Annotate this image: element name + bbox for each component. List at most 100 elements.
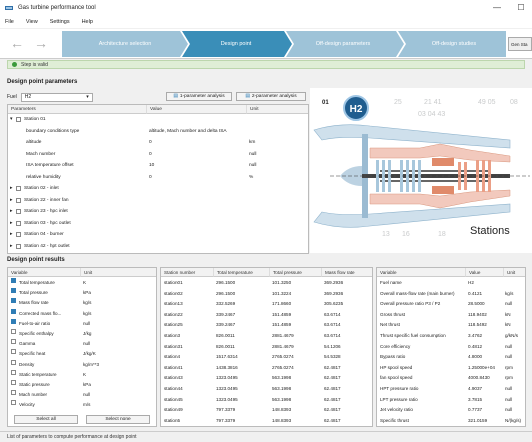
expand-toggle-icon[interactable]: ▸ [10, 242, 12, 251]
menu-help[interactable]: Help [82, 19, 93, 25]
performance-cell: null [505, 386, 513, 391]
variable-unit: kPa [83, 290, 91, 296]
row-checkbox[interactable] [16, 232, 21, 237]
variable-row[interactable]: Density kg/m**3 [8, 359, 156, 369]
forward-button[interactable]: → [34, 36, 48, 50]
variable-row[interactable]: Specific enthalpy J/kg [8, 329, 156, 338]
select-all-button[interactable]: Select all [14, 415, 78, 424]
variable-row[interactable]: Static temperature K [8, 369, 156, 379]
expand-toggle-icon[interactable]: ▸ [10, 184, 12, 193]
variable-row[interactable]: Total temperature K [8, 278, 156, 287]
param-row[interactable]: ▸ Station 03 - hpc outlet [8, 219, 308, 228]
station-row: station5 797.3379 148.8393 62.4817 [161, 416, 372, 425]
one-param-analysis-button[interactable]: ▤ 1-parameter analysis [166, 92, 232, 101]
step-architecture-selection[interactable]: Architecture selection [75, 31, 175, 57]
station-cell: 54.5328 [324, 354, 341, 360]
engine-diagram: 01 25 21 41 03 04 43 49 05 08 13 16 18 H… [310, 88, 532, 253]
step-status-text: Step is valid [21, 61, 48, 68]
param-row[interactable]: ▸ Station 23 - hpc inlet [8, 207, 308, 216]
variable-checkbox[interactable] [11, 329, 16, 334]
engine-cross-section: 01 25 21 41 03 04 43 49 05 08 13 16 18 H… [313, 95, 530, 238]
app-icon [5, 6, 13, 10]
expand-toggle-icon[interactable]: ▸ [10, 230, 12, 239]
performance-table: Variable Value Unit Fuel name H2 Overall m… [376, 267, 526, 427]
station-cell: station45 [164, 396, 183, 402]
param-name: Mach number [26, 151, 56, 157]
param-row[interactable]: altitude 0 km [8, 138, 308, 147]
performance-cell: null [505, 354, 513, 360]
row-checkbox[interactable] [16, 220, 21, 226]
variable-checkbox[interactable] [11, 390, 16, 396]
fuel-select[interactable]: H2 ▾ [20, 92, 93, 102]
performance-cell: Overall pressure ratio P3 / P2 [380, 301, 441, 307]
variable-row[interactable]: Fuel-to-air ratio null [8, 318, 156, 328]
variable-row[interactable]: Specific heat J/kg/K [8, 349, 156, 358]
variable-checkbox[interactable] [11, 288, 16, 294]
performance-row: Jet velocity ratio 0.7737 null [377, 405, 525, 414]
param-row[interactable]: ▸ Station 22 - inner fan [8, 196, 308, 205]
variable-row[interactable]: Corrected mass flo... kg/s [8, 308, 156, 318]
param-row[interactable]: ▾ Station 01 [8, 115, 308, 124]
step-off-design-studies[interactable]: Off-design studies [408, 31, 500, 57]
minimize-button[interactable]: — [486, 0, 508, 16]
station-cell: station31 [164, 343, 183, 349]
row-checkbox[interactable] [16, 117, 21, 122]
expand-toggle-icon[interactable]: ▸ [10, 207, 12, 216]
performance-row: LPT pressure ratio 3.7815 null [377, 395, 525, 404]
row-checkbox[interactable] [16, 197, 21, 203]
row-checkbox[interactable] [16, 186, 21, 191]
parameters-table: Parameters Value Unit ▾ Station 01 boundar… [7, 104, 309, 254]
variable-row[interactable]: Mass flow rate kg/s [8, 298, 156, 307]
station-cell: 797.3379 [216, 407, 236, 413]
expand-toggle-icon[interactable]: ▸ [10, 196, 12, 205]
variable-checkbox[interactable] [11, 318, 16, 324]
results-heading: Design point results [7, 257, 65, 263]
variable-checkbox[interactable] [11, 400, 16, 406]
step-off-design-parameters[interactable]: Off-design parameters [294, 31, 392, 57]
step-status: Step is valid [7, 60, 525, 69]
param-unit: km [249, 140, 256, 145]
row-checkbox[interactable] [16, 209, 21, 214]
performance-cell: null [505, 301, 513, 307]
menu-settings[interactable]: Settings [50, 19, 70, 25]
variable-name: Mass flow rate [19, 300, 49, 306]
variable-row[interactable]: Gamma null [8, 339, 156, 348]
generate-stations-button[interactable]: Gen Sta [508, 37, 532, 51]
param-row[interactable]: ▸ Station 42 - hpt outlet [8, 242, 308, 251]
variable-row[interactable]: Mach number null [8, 390, 156, 399]
menu-file[interactable]: File [5, 19, 14, 25]
variable-checkbox[interactable] [11, 278, 16, 283]
performance-cell: N/(kg/s) [505, 417, 522, 423]
expand-toggle-icon[interactable]: ▸ [10, 219, 12, 228]
performance-row: Gross thrust 118.9402 kN [377, 310, 525, 319]
param-row[interactable]: boundary conditions type altitude, Mach n… [8, 127, 308, 136]
two-param-analysis-button[interactable]: ▤ 2-parameter analysis [236, 92, 306, 101]
variable-checkbox[interactable] [11, 369, 16, 375]
variable-checkbox[interactable] [11, 349, 16, 355]
performance-cell: Fuel name [380, 280, 402, 285]
row-checkbox[interactable] [16, 243, 21, 249]
maximize-button[interactable]: ☐ [510, 0, 532, 16]
menu-view[interactable]: View [26, 19, 38, 25]
param-row[interactable]: relative humidity 0% [8, 173, 308, 182]
param-row[interactable]: ▸ Station 02 - inlet [8, 184, 308, 193]
station-cell: 171.8660 [272, 301, 292, 307]
select-none-button[interactable]: Select none [86, 415, 150, 424]
variable-row[interactable]: Velocity m/s [8, 400, 156, 409]
variable-checkbox[interactable] [11, 359, 16, 365]
expand-toggle-icon[interactable]: ▾ [10, 115, 12, 124]
variable-checkbox[interactable] [11, 298, 16, 304]
variable-row[interactable]: Static pressure kPa [8, 380, 156, 389]
variable-checkbox[interactable] [11, 380, 16, 385]
variable-row[interactable]: Total pressure kPa [8, 288, 156, 297]
col-perf-variable: Variable [377, 268, 465, 277]
param-row[interactable]: ▸ Station 04 - burner [8, 230, 308, 239]
performance-row: Core efficiency 0.4812 null [377, 342, 525, 351]
variable-checkbox[interactable] [11, 339, 16, 345]
variable-checkbox[interactable] [11, 308, 16, 314]
step-design-point[interactable]: Design point [190, 31, 282, 57]
station-cell: station01 [164, 280, 183, 285]
param-row[interactable]: ISA temperature offset 10 null [8, 161, 308, 170]
back-button[interactable]: ← [10, 36, 24, 50]
param-row[interactable]: Mach number 0 null [8, 150, 308, 159]
